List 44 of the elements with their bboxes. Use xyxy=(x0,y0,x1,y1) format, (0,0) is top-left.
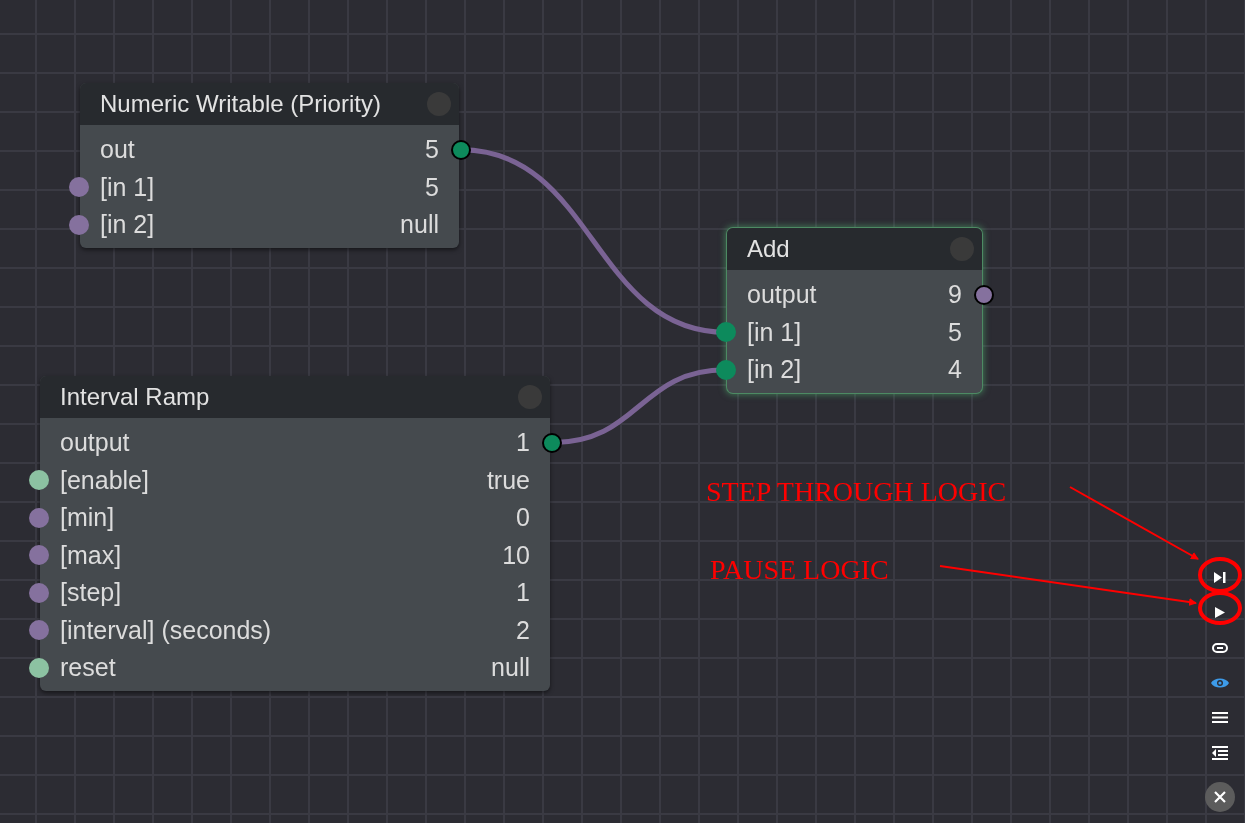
port-label: [max] xyxy=(60,539,122,571)
port-value: 0 xyxy=(516,502,530,533)
node-card[interactable]: Interval Ramp output 1 [enable] true [min] 0 [max] 10 [step] 1 [interval] (seconds) 2 reset null xyxy=(40,376,550,691)
highlight-ring xyxy=(1198,591,1242,625)
port-label: [interval] (seconds) xyxy=(60,614,272,646)
step-forward-icon xyxy=(1214,572,1226,583)
indent-icon xyxy=(1212,745,1228,760)
node-title: Interval Ramp xyxy=(60,382,210,412)
port-label: [enable] xyxy=(60,464,149,496)
highlight-ring xyxy=(1198,557,1242,593)
node-title: Numeric Writable (Priority) xyxy=(100,89,381,119)
port-label: [in 1] xyxy=(747,316,802,348)
port-label: [in 2] xyxy=(747,354,802,385)
port-label: [min] xyxy=(60,502,115,533)
port-value: 4 xyxy=(948,354,962,385)
port-value: null xyxy=(491,652,530,683)
port-value: 5 xyxy=(948,316,962,348)
port-value: true xyxy=(486,464,530,496)
close-icon xyxy=(1214,791,1226,803)
port-value: 5 xyxy=(425,171,439,203)
play-icon xyxy=(1215,607,1225,618)
port-label: [in 2] xyxy=(100,209,155,240)
port-value: 5 xyxy=(425,134,439,165)
annotation-label: STEP THROUGH LOGIC xyxy=(706,475,1007,509)
port-label: output xyxy=(747,279,817,310)
port-value: null xyxy=(400,209,439,240)
port-value: 9 xyxy=(948,279,962,310)
close-button[interactable] xyxy=(1205,782,1235,812)
port-label: reset xyxy=(60,652,116,683)
port-label: output xyxy=(60,427,130,458)
menu-icon xyxy=(1212,712,1228,723)
port-label: out xyxy=(100,134,135,165)
port-label: [in 1] xyxy=(100,171,155,203)
port-value: 1 xyxy=(516,427,530,458)
eye-icon xyxy=(1211,676,1229,689)
node-card[interactable]: Numeric Writable (Priority) out 5 [in 1] 5 [in 2] null xyxy=(80,83,459,248)
node-card[interactable]: Add output 9 [in 1] 5 [in 2] 4 xyxy=(727,228,982,393)
link-icon xyxy=(1212,642,1228,653)
port-value: 10 xyxy=(502,539,530,571)
annotation-label: PAUSE LOGIC xyxy=(710,553,889,587)
port-value: 2 xyxy=(516,614,530,646)
node-title: Add xyxy=(747,234,790,264)
port-value: 1 xyxy=(516,577,530,608)
port-label: [step] xyxy=(60,577,122,608)
